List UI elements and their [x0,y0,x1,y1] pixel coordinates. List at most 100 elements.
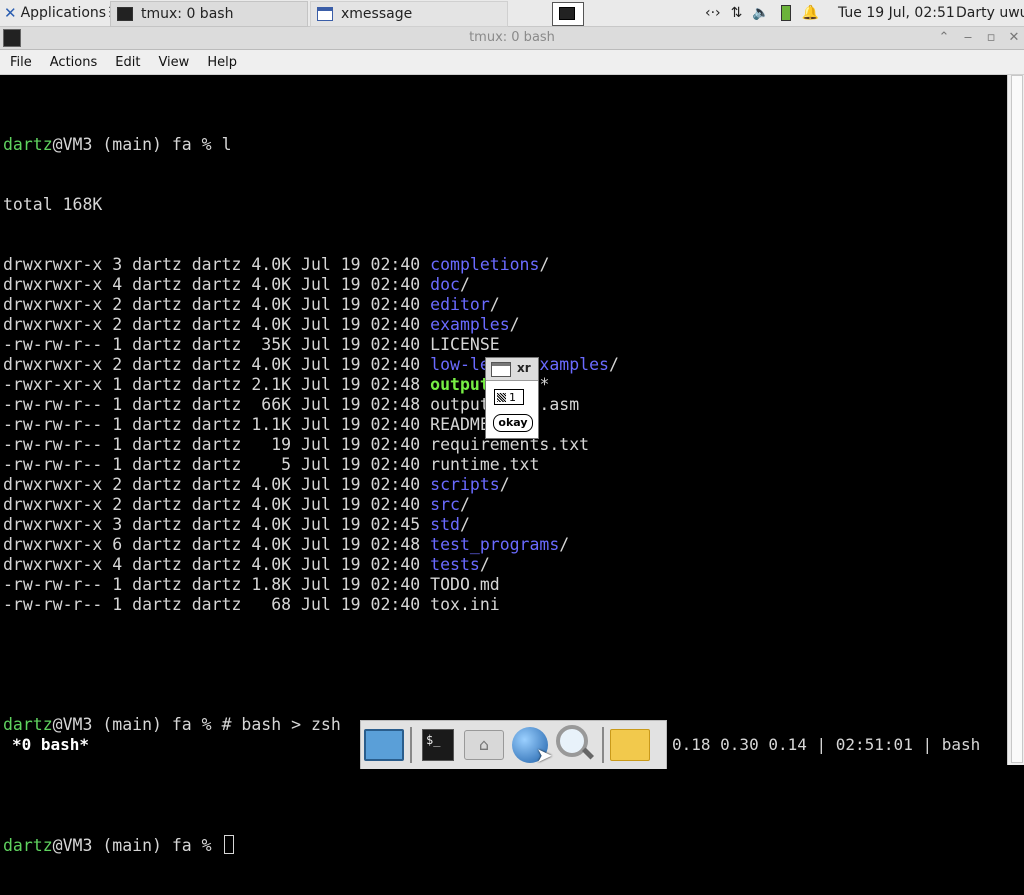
listing-filename: editor [430,295,490,314]
window-titlebar[interactable]: tmux: 0 bash ⌃ ‒ ▫ ✕ [0,27,1024,50]
terminal-scrollbar[interactable] [1007,75,1024,765]
panel-clock[interactable]: Tue 19 Jul, 02:51 [838,0,955,26]
listing-meta: -rw-rw-r-- 1 dartz dartz 1.1K Jul 19 02:… [3,415,431,434]
tmux-window-list: *0 bash* [12,735,90,754]
listing-suffix: / [489,295,500,314]
listing-filename: tox.ini [430,595,500,614]
total-line: total 168K [3,195,103,214]
listing-row: -rw-rw-r-- 1 dartz dartz 68 Jul 19 02:40… [3,595,619,615]
listing-suffix: / [539,255,550,274]
pattern-icon [497,393,506,402]
listing-filename: src [430,495,460,514]
window-shade-icon[interactable]: ⌃ [936,30,952,46]
listing-row: drwxrwxr-x 2 dartz dartz 4.0K Jul 19 02:… [3,295,619,315]
taskbar-item-label: tmux: 0 bash [141,6,234,22]
okay-button[interactable]: okay [493,414,533,432]
prompt-user: dartz [3,836,53,855]
listing-suffix: * [539,375,550,394]
scrollbar-thumb[interactable] [1011,75,1023,763]
xmessage-window[interactable]: xr 1 okay [485,357,539,439]
notification-bell-icon[interactable]: 🔔 [802,5,819,21]
home-folder-icon: ⌂ [464,730,504,760]
taskbar-item-xmessage[interactable]: xmessage [310,1,508,27]
listing-meta: drwxrwxr-x 4 dartz dartz 4.0K Jul 19 02:… [3,275,431,294]
xmessage-titlebar[interactable]: xr [486,358,538,381]
dock-terminal[interactable]: $_ [418,725,458,765]
dock-show-desktop[interactable] [364,725,404,765]
xmessage-text: 1 [494,389,524,405]
listing-meta: drwxrwxr-x 2 dartz dartz 4.0K Jul 19 02:… [3,355,431,374]
dock-app-finder[interactable] [556,725,596,765]
search-icon [556,725,588,757]
listing-suffix: / [459,275,470,294]
dock-files[interactable] [610,725,650,765]
mouse-pointer-icon: ➤ [536,743,553,767]
terminal-output: dartz@VM3 (main) fa % l total 168K drwxr… [3,95,619,895]
tmux-status-right: 0.18 0.30 0.14 | 02:51:01 | bash [672,735,981,754]
listing-suffix: / [499,475,510,494]
applications-menu-button[interactable]: ✕ Applications ☰ [0,0,121,26]
listing-filename: runtime.txt [430,455,540,474]
listing-row: drwxrwxr-x 2 dartz dartz 4.0K Jul 19 02:… [3,495,619,515]
listing-row: drwxrwxr-x 3 dartz dartz 4.0K Jul 19 02:… [3,255,619,275]
listing-row: -rw-rw-r-- 1 dartz dartz 35K Jul 19 02:4… [3,335,619,355]
listing-suffix: / [608,355,619,374]
dock-home-folder[interactable]: ⌂ [464,725,504,765]
window-icon [491,362,511,377]
applications-label: Applications [20,5,107,21]
listing-row: drwxrwxr-x 2 dartz dartz 4.0K Jul 19 02:… [3,475,619,495]
listing-filename: tests [430,555,480,574]
top-panel: ✕ Applications ☰ tmux: 0 bash xmessage ‹… [0,0,1024,27]
window-title: tmux: 0 bash [469,30,555,45]
volume-icon[interactable]: 🔈 [752,5,769,21]
prompt-line: dartz@VM3 (main) fa % [3,835,619,855]
listing-suffix: / [479,555,490,574]
listing-suffix: / [459,495,470,514]
command-text: # bash > zsh [221,715,341,734]
listing-row: drwxrwxr-x 3 dartz dartz 4.0K Jul 19 02:… [3,515,619,535]
menu-actions[interactable]: Actions [40,55,106,70]
listing-row: -rw-rw-r-- 1 dartz dartz 1.8K Jul 19 02:… [3,575,619,595]
menu-help[interactable]: Help [197,55,245,70]
dock: $_ ⌂ ➤ [360,720,667,769]
xfce-logo-icon: ✕ [4,4,17,22]
maximize-button[interactable]: ▫ [983,30,999,46]
menubar: File Actions Edit View Help [0,50,1024,75]
menu-edit[interactable]: Edit [105,55,148,70]
command-text: l [221,135,232,154]
listing-suffix: / [459,515,470,534]
listing-row: drwxrwxr-x 4 dartz dartz 4.0K Jul 19 02:… [3,555,619,575]
workspace-window-thumbnail [559,7,575,20]
listing-meta: -rw-rw-r-- 1 dartz dartz 68 Jul 19 02:40 [3,595,431,614]
battery-icon[interactable] [780,5,791,21]
listing-meta: -rw-rw-r-- 1 dartz dartz 66K Jul 19 02:4… [3,395,431,414]
user-menu[interactable]: Darty uwu [956,0,1024,26]
listing-filename: completions [430,255,540,274]
listing-meta: drwxrwxr-x 2 dartz dartz 4.0K Jul 19 02:… [3,475,431,494]
show-desktop-icon [364,729,404,761]
workspace-pager[interactable] [552,2,584,26]
listing-meta: -rw-rw-r-- 1 dartz dartz 5 Jul 19 02:40 [3,455,431,474]
listing-meta: -rw-rw-r-- 1 dartz dartz 19 Jul 19 02:40 [3,435,431,454]
listing-filename: examples [430,315,510,334]
close-button[interactable]: ✕ [1006,30,1022,46]
code-icon[interactable]: ‹·› [705,5,721,21]
listing-row: drwxrwxr-x 2 dartz dartz 4.0K Jul 19 02:… [3,315,619,335]
listing-meta: -rwxr-xr-x 1 dartz dartz 2.1K Jul 19 02:… [3,375,431,394]
minimize-button[interactable]: ‒ [960,30,976,46]
listing-suffix: / [559,535,570,554]
window-icon [317,7,333,21]
taskbar-item-tmux[interactable]: tmux: 0 bash [110,1,308,27]
network-icon[interactable]: ⇅ [731,5,743,21]
dock-web-browser[interactable]: ➤ [510,725,553,767]
dock-separator [602,727,604,763]
folder-icon [610,729,650,761]
listing-meta: -rw-rw-r-- 1 dartz dartz 1.8K Jul 19 02:… [3,575,431,594]
listing-filename: std [430,515,460,534]
prompt-rest: @VM3 (main) fa % [52,836,222,855]
dock-separator [410,727,412,763]
listing-filename: doc [430,275,460,294]
listing-meta: drwxrwxr-x 3 dartz dartz 4.0K Jul 19 02:… [3,515,431,534]
menu-view[interactable]: View [148,55,197,70]
menu-file[interactable]: File [0,55,40,70]
